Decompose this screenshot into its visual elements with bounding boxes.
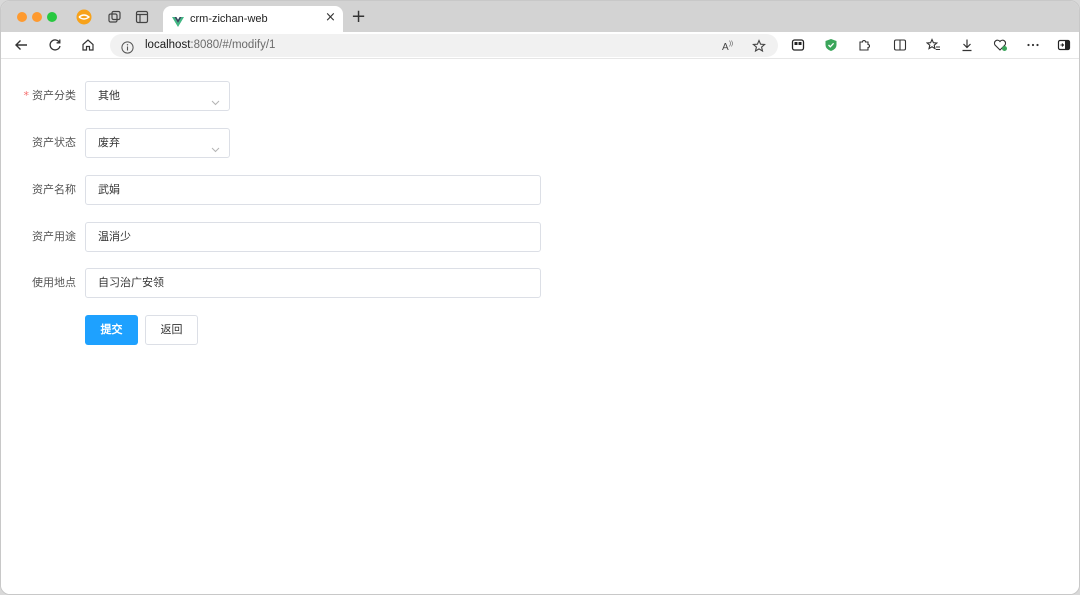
back-icon[interactable] bbox=[13, 37, 29, 53]
form-row-name: 资产名称 武娟 bbox=[1, 174, 551, 206]
favorites-icon[interactable] bbox=[925, 37, 941, 53]
category-select[interactable]: 其他 bbox=[85, 81, 230, 111]
location-input[interactable]: 自习治广安领 bbox=[85, 268, 541, 298]
split-screen-icon[interactable] bbox=[892, 37, 908, 53]
reload-icon[interactable] bbox=[47, 37, 63, 53]
location-label: 使用地点 bbox=[32, 276, 76, 289]
status-value: 废弃 bbox=[98, 136, 120, 149]
usage-input[interactable]: 温消少 bbox=[85, 222, 541, 252]
location-value: 自习治广安领 bbox=[98, 276, 164, 289]
category-label: * 资产分类 bbox=[1, 80, 77, 112]
sidebar-icon[interactable] bbox=[134, 9, 150, 25]
address-bar[interactable]: localhost:8080/#/modify/1 A)) bbox=[110, 34, 778, 57]
zoom-window-button[interactable] bbox=[47, 12, 57, 22]
form-row-status: 资产状态 废弃 bbox=[1, 127, 241, 159]
submit-button[interactable]: 提交 bbox=[85, 315, 138, 345]
url-text[interactable]: localhost:8080/#/modify/1 bbox=[145, 39, 275, 51]
form-row-usage: 资产用途 温消少 bbox=[1, 221, 551, 253]
more-icon[interactable] bbox=[1025, 37, 1041, 53]
chevron-down-icon bbox=[211, 92, 220, 106]
browser-window: crm-zichan-web × + localhost:8080/#/modi… bbox=[0, 0, 1080, 595]
close-icon[interactable]: × bbox=[325, 11, 336, 25]
read-aloud-icon[interactable]: A)) bbox=[720, 38, 735, 53]
star-icon[interactable] bbox=[751, 38, 766, 53]
sidebar-toggle-icon[interactable] bbox=[1056, 37, 1072, 53]
download-icon[interactable] bbox=[959, 37, 975, 53]
name-input[interactable]: 武娟 bbox=[85, 175, 541, 205]
svg-text:A: A bbox=[722, 42, 729, 53]
svg-text:)): )) bbox=[729, 41, 733, 47]
tab-strip: crm-zichan-web × + bbox=[1, 1, 1079, 32]
chevron-down-icon bbox=[211, 139, 220, 153]
required-mark: * bbox=[23, 89, 30, 102]
back-button[interactable]: 返回 bbox=[145, 315, 198, 345]
page-content: * 资产分类 其他 资产状态 废弃 资产名称 武娟 资产用途 温消少 使用地点 … bbox=[1, 59, 1079, 594]
usage-label: 资产用途 bbox=[32, 230, 76, 243]
url-host: localhost bbox=[145, 39, 191, 51]
minimize-window-button[interactable] bbox=[32, 12, 42, 22]
info-icon[interactable] bbox=[121, 39, 134, 54]
category-value: 其他 bbox=[98, 89, 120, 102]
wallet-icon[interactable] bbox=[76, 9, 92, 25]
url-path: :8080/#/modify/1 bbox=[190, 39, 276, 51]
name-label: 资产名称 bbox=[32, 183, 76, 196]
vue-favicon bbox=[172, 13, 184, 27]
usage-value: 温消少 bbox=[98, 230, 131, 243]
active-tab[interactable]: crm-zichan-web × bbox=[163, 6, 343, 32]
close-window-button[interactable] bbox=[17, 12, 27, 22]
name-value: 武娟 bbox=[98, 183, 120, 196]
copy-tabs-icon[interactable] bbox=[107, 9, 123, 25]
category-label-text: 资产分类 bbox=[32, 89, 76, 102]
heart-icon[interactable] bbox=[992, 37, 1008, 53]
extensions-icon[interactable] bbox=[856, 37, 872, 53]
form-row-category: * 资产分类 其他 bbox=[1, 80, 241, 112]
form-row-location: 使用地点 自习治广安领 bbox=[1, 267, 551, 299]
address-toolbar: localhost:8080/#/modify/1 A)) bbox=[1, 32, 1079, 59]
plus-icon[interactable]: + bbox=[351, 8, 366, 26]
collections-icon[interactable] bbox=[790, 37, 806, 53]
home-icon[interactable] bbox=[80, 37, 96, 53]
status-label: 资产状态 bbox=[32, 136, 76, 149]
tab-title: crm-zichan-web bbox=[190, 13, 268, 25]
status-select[interactable]: 废弃 bbox=[85, 128, 230, 158]
shield-icon[interactable] bbox=[823, 37, 839, 53]
